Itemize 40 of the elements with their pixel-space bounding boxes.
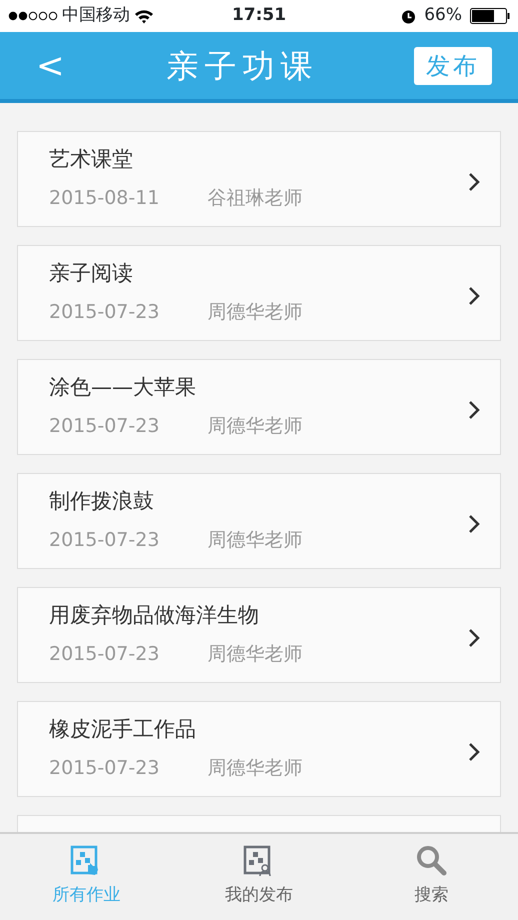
teacher-name: 谷祖琳老师 <box>207 186 302 210</box>
tab-item[interactable]: 搜索 <box>345 844 518 910</box>
alarm-icon <box>401 8 416 24</box>
lesson-card[interactable]: 亲子阅读 2015-07-23 周德华老师 <box>17 245 501 341</box>
lesson-card[interactable]: 制作拨浪鼓 2015-07-23 周德华老师 <box>17 473 501 569</box>
chevron-icon <box>468 742 480 762</box>
chevron-icon <box>468 172 480 192</box>
battery-percent: 66% <box>424 4 462 28</box>
teacher-name: 周德华老师 <box>207 528 302 552</box>
tab-item[interactable]: 我的发布 <box>172 844 346 910</box>
lesson-title: 用废弃物品做海洋生物 <box>49 602 260 629</box>
lesson-title: 涂色——大苹果 <box>49 374 197 401</box>
lesson-title: 艺术课堂 <box>49 146 134 173</box>
lesson-card[interactable]: 涂色——大苹果 2015-07-23 周德华老师 <box>17 359 501 455</box>
lesson-date: 2015-08-11 <box>49 186 160 210</box>
lesson-date: 2015-07-23 <box>49 528 160 552</box>
page-title: 亲子功课 <box>166 46 318 86</box>
teacher-name: 周德华老师 <box>207 414 302 438</box>
lesson-title: 橡皮泥手工作品 <box>49 716 197 743</box>
chevron-icon <box>468 400 480 420</box>
chevron-icon <box>468 514 480 534</box>
lesson-card[interactable]: 橡皮泥手工作品 2015-07-23 周德华老师 <box>17 701 501 797</box>
lesson-card[interactable]: 艺术课堂 2015-08-11 谷祖琳老师 <box>17 131 501 227</box>
carrier-name: 中国移动 <box>62 4 130 28</box>
lesson-title: 制作拨浪鼓 <box>49 488 155 515</box>
clock-time: 17:51 <box>232 4 286 28</box>
teacher-name: 周德华老师 <box>207 756 302 780</box>
lesson-date: 2015-07-23 <box>49 300 160 324</box>
wifi-icon <box>134 8 154 24</box>
lesson-title: 亲子阅读 <box>49 260 134 287</box>
battery-icon <box>470 8 510 24</box>
teacher-name: 周德华老师 <box>207 300 302 324</box>
teacher-name: 周德华老师 <box>207 642 302 666</box>
lesson-card[interactable]: 用废弃物品做海洋生物 2015-07-23 周德华老师 <box>17 587 501 683</box>
chevron-icon <box>468 628 480 648</box>
lesson-date: 2015-07-23 <box>49 642 160 666</box>
lesson-date: 2015-07-23 <box>49 756 160 780</box>
chevron-icon <box>468 286 480 306</box>
lesson-date: 2015-07-23 <box>49 414 160 438</box>
signal-icon <box>8 11 58 21</box>
